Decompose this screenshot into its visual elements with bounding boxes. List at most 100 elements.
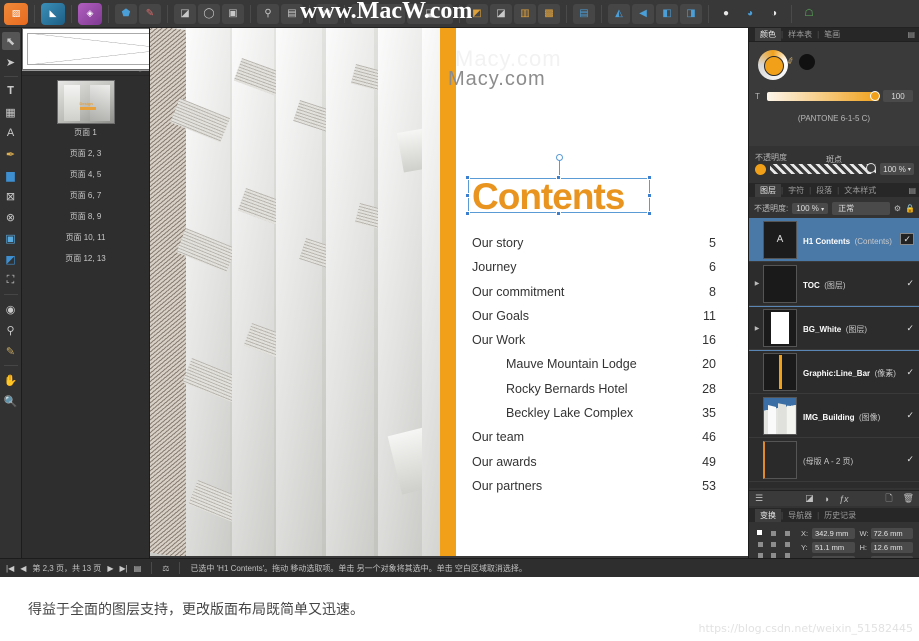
next-page-button[interactable]: ▶ bbox=[107, 564, 113, 573]
layer-visibility-checkbox[interactable]: ✓ bbox=[906, 323, 914, 334]
layer-row[interactable]: A H1 Contents (Contents) ✓ bbox=[749, 218, 919, 262]
selection-handle-mr[interactable] bbox=[647, 193, 652, 198]
pin-icon[interactable]: ⚲ bbox=[257, 3, 279, 24]
selection-handle-bc[interactable] bbox=[556, 211, 561, 216]
tint-slider[interactable] bbox=[767, 90, 880, 101]
move-front-icon[interactable]: ▥ bbox=[514, 3, 536, 24]
table-tool[interactable]: ▦ bbox=[2, 103, 20, 121]
page-thumbnail-icon[interactable]: ▤ bbox=[134, 564, 142, 573]
toc-entry[interactable]: Our awards 49 bbox=[472, 455, 716, 479]
affinity-designer-icon[interactable]: ◣ bbox=[41, 2, 65, 25]
anchor-point-selector[interactable] bbox=[757, 530, 793, 560]
transform-h[interactable]: H: 12.6 mm bbox=[860, 542, 913, 553]
prev-page-button[interactable]: ◀ bbox=[20, 564, 26, 573]
page-right[interactable]: Contents Our story 5 Journey 6 Our commi… bbox=[456, 28, 748, 556]
first-page-button[interactable]: |◀ bbox=[6, 564, 14, 573]
measure-icon[interactable]: ⚖ bbox=[162, 564, 169, 573]
opacity-slider-knob[interactable] bbox=[866, 163, 876, 173]
toc-entry[interactable]: Our partners 53 bbox=[472, 479, 716, 503]
page-thumbnail-item[interactable]: Journey 页面 6, 7 bbox=[22, 28, 149, 206]
pin-tool[interactable]: ⚲ bbox=[2, 321, 20, 339]
stroke-swatch[interactable] bbox=[799, 54, 815, 70]
tab-swatches[interactable]: 样本表 bbox=[783, 28, 817, 41]
layer-row[interactable]: IMG_Building (图像) ✓ bbox=[749, 394, 919, 438]
selection-handle-tl[interactable] bbox=[465, 175, 470, 180]
transform-h-value[interactable]: 12.6 mm bbox=[870, 542, 913, 553]
boolean-intersect-icon[interactable]: ◑ bbox=[763, 4, 785, 24]
tab-color[interactable]: 颜色 bbox=[755, 28, 781, 41]
expand-arrow-icon[interactable]: ▶ bbox=[751, 325, 763, 332]
transform-x[interactable]: X: 342.9 mm bbox=[801, 528, 855, 539]
toc-entry[interactable]: Our Goals 11 bbox=[472, 309, 716, 333]
selection-handle-tc[interactable] bbox=[556, 175, 561, 180]
zoom-tool[interactable]: 🔍 bbox=[2, 392, 20, 410]
hand-tool[interactable]: ✋ bbox=[2, 371, 20, 389]
rotation-handle[interactable] bbox=[556, 154, 563, 161]
artistic-text-tool[interactable]: A bbox=[2, 124, 20, 142]
page-thumbnail-item[interactable]: Our Story 页面 4, 5 bbox=[22, 28, 149, 185]
new-layer-icon[interactable]: 🗋 bbox=[885, 491, 892, 507]
opacity-slider[interactable] bbox=[770, 163, 876, 174]
flip-vertical-icon[interactable]: ◀ bbox=[632, 3, 654, 24]
toc-entry[interactable]: Mauve Mountain Lodge 20 bbox=[472, 357, 716, 381]
account-icon[interactable]: ☖ bbox=[798, 4, 820, 24]
selection-handle-tr[interactable] bbox=[647, 175, 652, 180]
blend-mode-select[interactable]: 正常 bbox=[832, 201, 890, 215]
transform-w[interactable]: W: 72.6 mm bbox=[860, 528, 913, 539]
color-picker-tool[interactable]: ◉ bbox=[2, 300, 20, 318]
ellipse-tool[interactable]: ⊗ bbox=[2, 208, 20, 226]
node-tool[interactable]: ➤ bbox=[2, 53, 20, 71]
delete-layer-icon[interactable]: 🗑 bbox=[903, 493, 914, 504]
layer-stack-icon[interactable]: ☰ bbox=[755, 493, 763, 504]
transform-y-value[interactable]: 51.1 mm bbox=[812, 542, 855, 553]
layer-row[interactable]: (母版 A - 2 页) ✓ bbox=[749, 438, 919, 482]
anchor-tr[interactable] bbox=[785, 531, 790, 536]
anchor-tc[interactable] bbox=[771, 531, 776, 536]
toc-entry[interactable]: Our commitment 8 bbox=[472, 285, 716, 309]
chevron-down-icon[interactable]: ▾ bbox=[821, 207, 824, 213]
tab-layers[interactable]: 图层 bbox=[755, 183, 781, 197]
page-thumb-1[interactable]: Design bbox=[56, 80, 115, 124]
move-tool[interactable]: ⬉ bbox=[1, 32, 20, 50]
pencil-tool[interactable]: ✎ bbox=[2, 342, 20, 360]
selection-handle-br[interactable] bbox=[647, 211, 652, 216]
page-left[interactable] bbox=[150, 28, 456, 556]
affinity-photo-icon[interactable]: ◈ bbox=[78, 2, 102, 25]
selection-handle-bl[interactable] bbox=[465, 211, 470, 216]
anchor-mc[interactable] bbox=[771, 542, 776, 547]
affinity-publisher-icon[interactable]: ▨ bbox=[4, 2, 28, 25]
toc-entry[interactable]: Our story 5 bbox=[472, 236, 716, 260]
layer-visibility-checkbox[interactable]: ✓ bbox=[906, 410, 914, 421]
layer-visibility-checkbox[interactable]: ✓ bbox=[906, 278, 914, 289]
picture-frame-tool[interactable]: ⊠ bbox=[2, 187, 20, 205]
artboard-icon[interactable]: ▣ bbox=[222, 3, 244, 24]
page-thumbnail-item[interactable]: Design 页面 1 bbox=[28, 80, 143, 143]
persona-publisher-icon[interactable]: ⬟ bbox=[115, 3, 137, 24]
layer-visibility-checkbox[interactable]: ✓ bbox=[906, 367, 914, 378]
tab-navigator[interactable]: 导航器 bbox=[783, 509, 817, 522]
align-left-icon[interactable]: ◧ bbox=[656, 3, 678, 24]
tint-slider-knob[interactable] bbox=[870, 90, 880, 101]
toc-entry[interactable]: Our Work 16 bbox=[472, 333, 716, 357]
chevron-down-icon[interactable]: ▾ bbox=[908, 166, 911, 173]
boolean-add-icon[interactable]: ● bbox=[715, 4, 737, 24]
fill-swatch[interactable] bbox=[764, 56, 784, 76]
tab-paragraph[interactable]: 段落 bbox=[811, 184, 837, 197]
fill-tool[interactable]: ✒ bbox=[2, 145, 20, 163]
toc-entry[interactable]: Rocky Bernards Hotel 28 bbox=[472, 382, 716, 406]
layer-visibility-checkbox[interactable]: ✓ bbox=[906, 454, 914, 465]
panel-menu-icon[interactable]: ▤ bbox=[907, 30, 915, 39]
toc-entry[interactable]: Journey 6 bbox=[472, 260, 716, 284]
anchor-tl[interactable] bbox=[757, 530, 762, 535]
img-building[interactable] bbox=[150, 28, 456, 556]
place-image-tool[interactable]: ▣ bbox=[2, 229, 20, 247]
anchor-ml[interactable] bbox=[758, 542, 763, 547]
transform-w-value[interactable]: 72.6 mm bbox=[870, 528, 913, 539]
expand-arrow-icon[interactable]: ▶ bbox=[751, 280, 763, 287]
tab-text-styles[interactable]: 文本样式 bbox=[839, 184, 881, 197]
transform-y[interactable]: Y: 51.1 mm bbox=[801, 542, 855, 553]
layer-row[interactable]: ▶ TOC (图层) ✓ bbox=[749, 262, 919, 306]
anchor-mr[interactable] bbox=[785, 542, 790, 547]
document-canvas[interactable]: Contents Our story 5 Journey 6 Our commi… bbox=[150, 28, 748, 558]
boolean-subtract-icon[interactable]: ◕ bbox=[739, 4, 761, 24]
